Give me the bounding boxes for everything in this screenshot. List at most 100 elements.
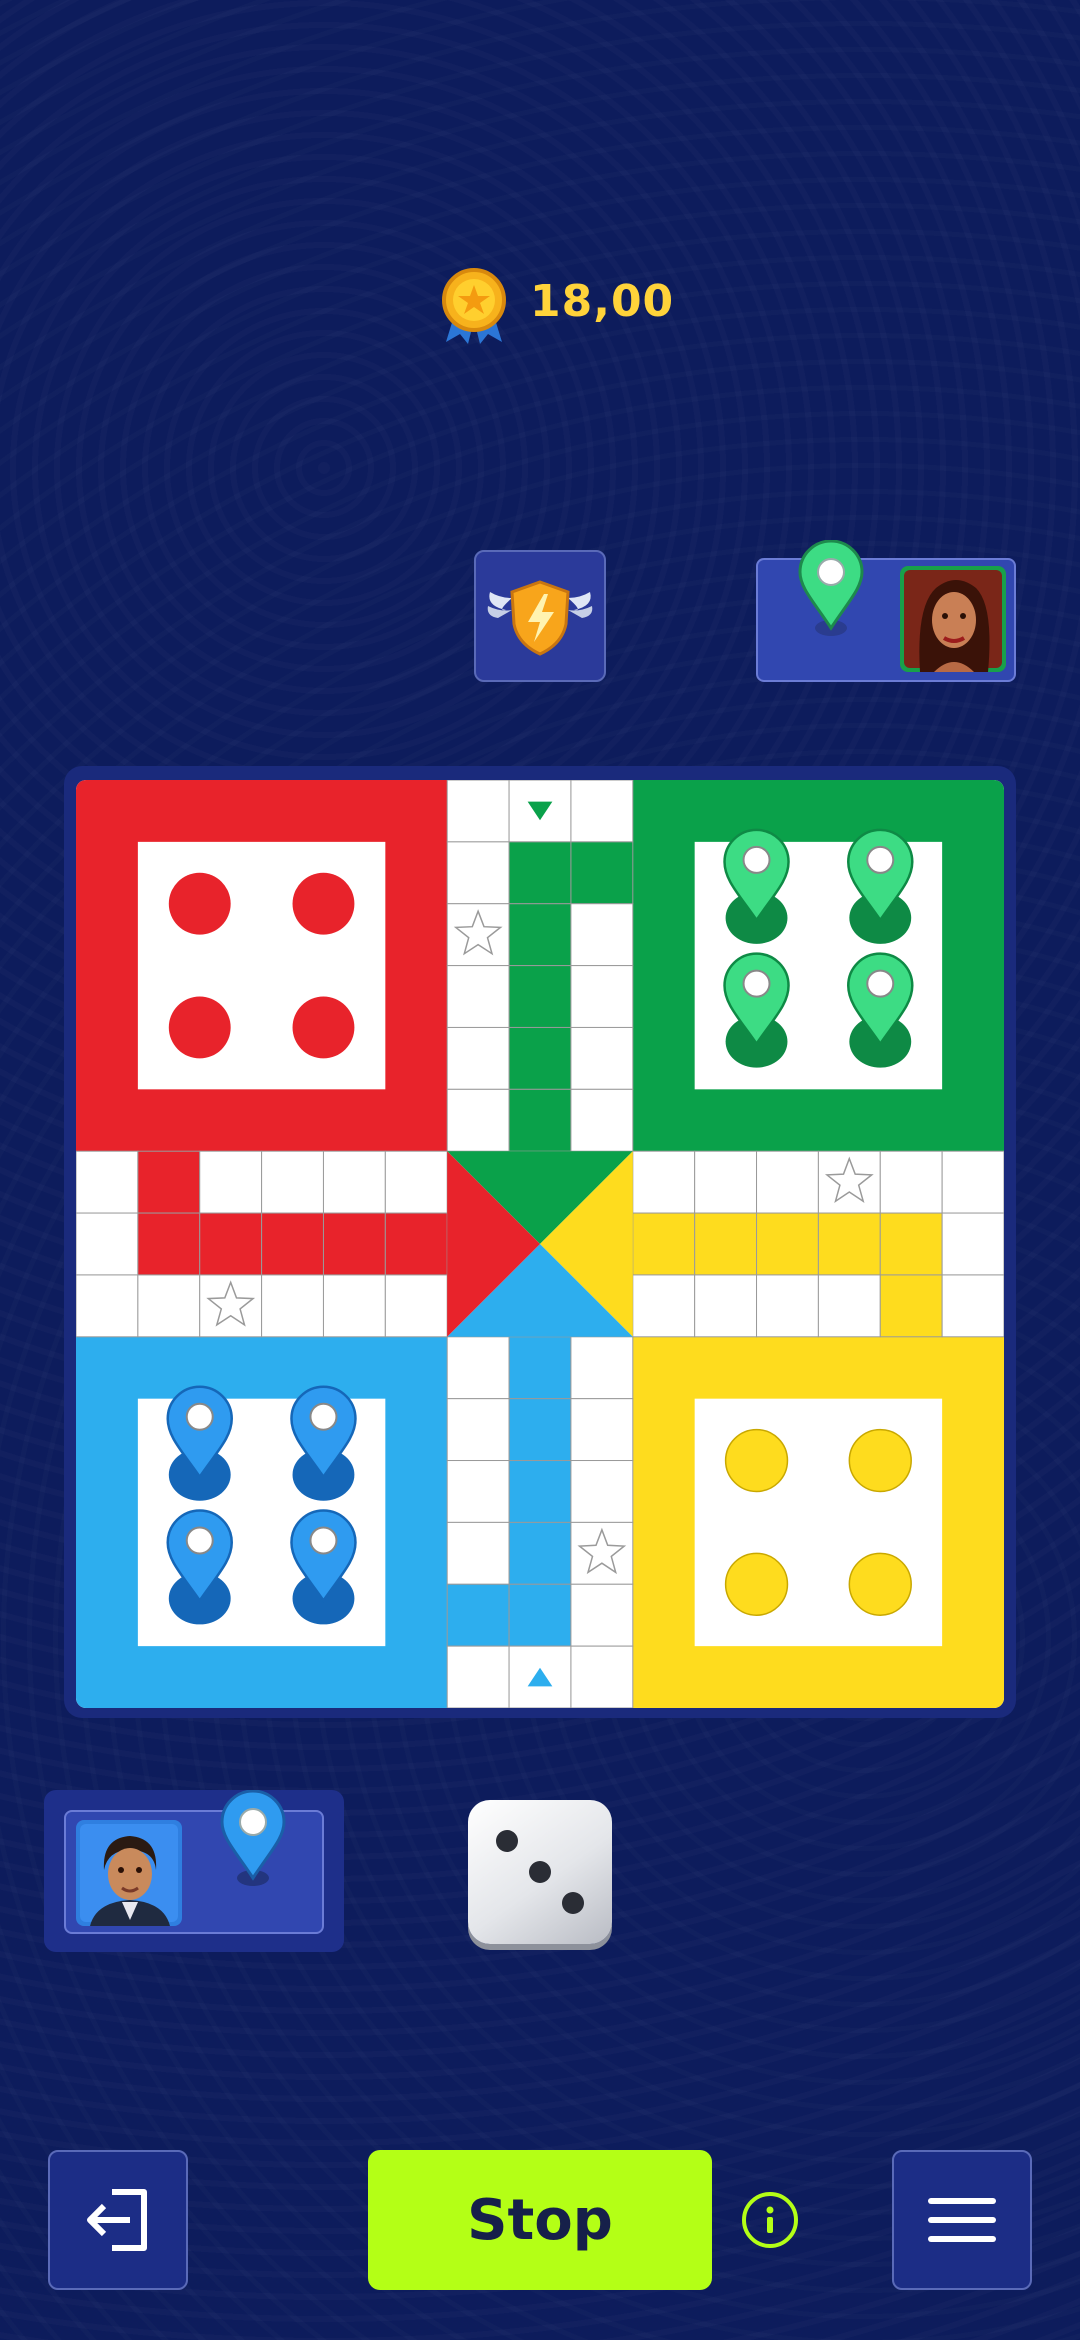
track-cell: [322, 1274, 386, 1338]
blue-token-pin[interactable]: [166, 1385, 233, 1501]
track-cell: [570, 841, 634, 905]
green-token-pin[interactable]: [723, 828, 790, 944]
track-cell: [446, 780, 510, 843]
track-cell: [446, 965, 510, 1028]
track-cell: [137, 1274, 201, 1338]
ludo-board: [76, 780, 1004, 1708]
hamburger-menu-icon: [928, 2198, 996, 2242]
dice-pip: [496, 1830, 518, 1852]
track-cell: [446, 1460, 510, 1523]
stop-button[interactable]: Stop: [368, 2150, 712, 2290]
track-cell: [941, 1150, 1004, 1214]
track-cell: [570, 1460, 634, 1523]
dice-pip: [562, 1892, 584, 1914]
board-grid: [76, 780, 1004, 1708]
track-cell: [941, 1212, 1004, 1276]
track-cell: [508, 1460, 572, 1523]
track-cell: [199, 1150, 263, 1214]
track-cell: [261, 1150, 324, 1214]
dice[interactable]: [468, 1800, 612, 1944]
blue-token-pin[interactable]: [290, 1509, 357, 1625]
score-display: 18,00: [436, 266, 686, 346]
info-glyph: [766, 2206, 774, 2233]
track-cell: [446, 1583, 510, 1647]
track-cell: [508, 1026, 572, 1090]
track-cell: [508, 1521, 572, 1585]
red-base-inner: [137, 841, 386, 1090]
track-cell: [76, 1274, 139, 1338]
track-cell: [199, 1212, 263, 1276]
opponent-panel: [756, 540, 1016, 682]
track-cell: [322, 1212, 386, 1276]
menu-button[interactable]: [892, 2150, 1032, 2290]
green-token-pin[interactable]: [847, 952, 914, 1068]
winged-shield-lightning-icon: [487, 580, 593, 656]
track-cell: [384, 1274, 448, 1338]
track-cell: [817, 1212, 881, 1276]
track-cell: [508, 841, 572, 905]
track-cell: [941, 1274, 1004, 1338]
yellow-token: [848, 1428, 912, 1493]
track-cell: [384, 1150, 448, 1214]
green-token-pin[interactable]: [847, 828, 914, 944]
track-cell: [817, 1274, 881, 1338]
track-cell: [261, 1212, 324, 1276]
track-cell: [508, 1088, 572, 1152]
track-cell: [322, 1150, 386, 1214]
yellow-base-inner: [694, 1398, 943, 1647]
red-token: [168, 996, 231, 1059]
track-cell: [446, 1336, 510, 1400]
track-cell: [570, 780, 634, 843]
red-token: [292, 872, 355, 935]
dice-pip: [529, 1861, 551, 1883]
track-cell: [446, 1398, 510, 1462]
blue-pin-icon: [220, 1790, 286, 1886]
track-cell: [261, 1274, 324, 1338]
track-cell: [446, 1026, 510, 1090]
track-cell: [879, 1274, 943, 1338]
track-cell: [570, 965, 634, 1028]
track-cell: [879, 1150, 943, 1214]
green-token-pin[interactable]: [723, 952, 790, 1068]
track-cell: [508, 1398, 572, 1462]
yellow-token: [724, 1428, 789, 1493]
exit-button[interactable]: [48, 2150, 188, 2290]
blue-token-pin[interactable]: [166, 1509, 233, 1625]
track-cell: [756, 1212, 819, 1276]
track-cell: [570, 1026, 634, 1090]
yellow-token: [724, 1552, 789, 1616]
track-cell: [446, 1645, 510, 1708]
track-cell: [570, 1088, 634, 1152]
track-cell: [446, 1088, 510, 1152]
yellow-token: [848, 1552, 912, 1616]
blue-token-pin[interactable]: [290, 1385, 357, 1501]
track-cell: [879, 1212, 943, 1276]
track-cell: [570, 1645, 634, 1708]
track-cell: [632, 1212, 696, 1276]
red-token: [292, 996, 355, 1059]
track-cell: [632, 1274, 696, 1338]
track-cell: [570, 1336, 634, 1400]
track-cell: [76, 1212, 139, 1276]
track-cell: [384, 1212, 448, 1276]
track-cell: [76, 1150, 139, 1214]
track-cell: [694, 1212, 758, 1276]
medal-star-icon: [442, 268, 506, 344]
track-cell: [508, 1583, 572, 1647]
track-cell: [756, 1274, 819, 1338]
track-cell: [508, 903, 572, 967]
score-value: 18,00: [530, 276, 675, 327]
track-cell: [570, 1583, 634, 1647]
track-cell: [508, 965, 572, 1028]
info-icon[interactable]: [742, 2192, 798, 2248]
player-avatar: [76, 1820, 182, 1926]
track-cell: [137, 1212, 201, 1276]
track-cell: [508, 1336, 572, 1400]
track-cell: [570, 1398, 634, 1462]
exit-icon: [87, 2189, 147, 2251]
powerup-button[interactable]: [474, 550, 606, 682]
red-token: [168, 872, 231, 935]
track-cell: [632, 1150, 696, 1214]
track-cell: [756, 1150, 819, 1214]
player-panel: [64, 1790, 324, 1934]
